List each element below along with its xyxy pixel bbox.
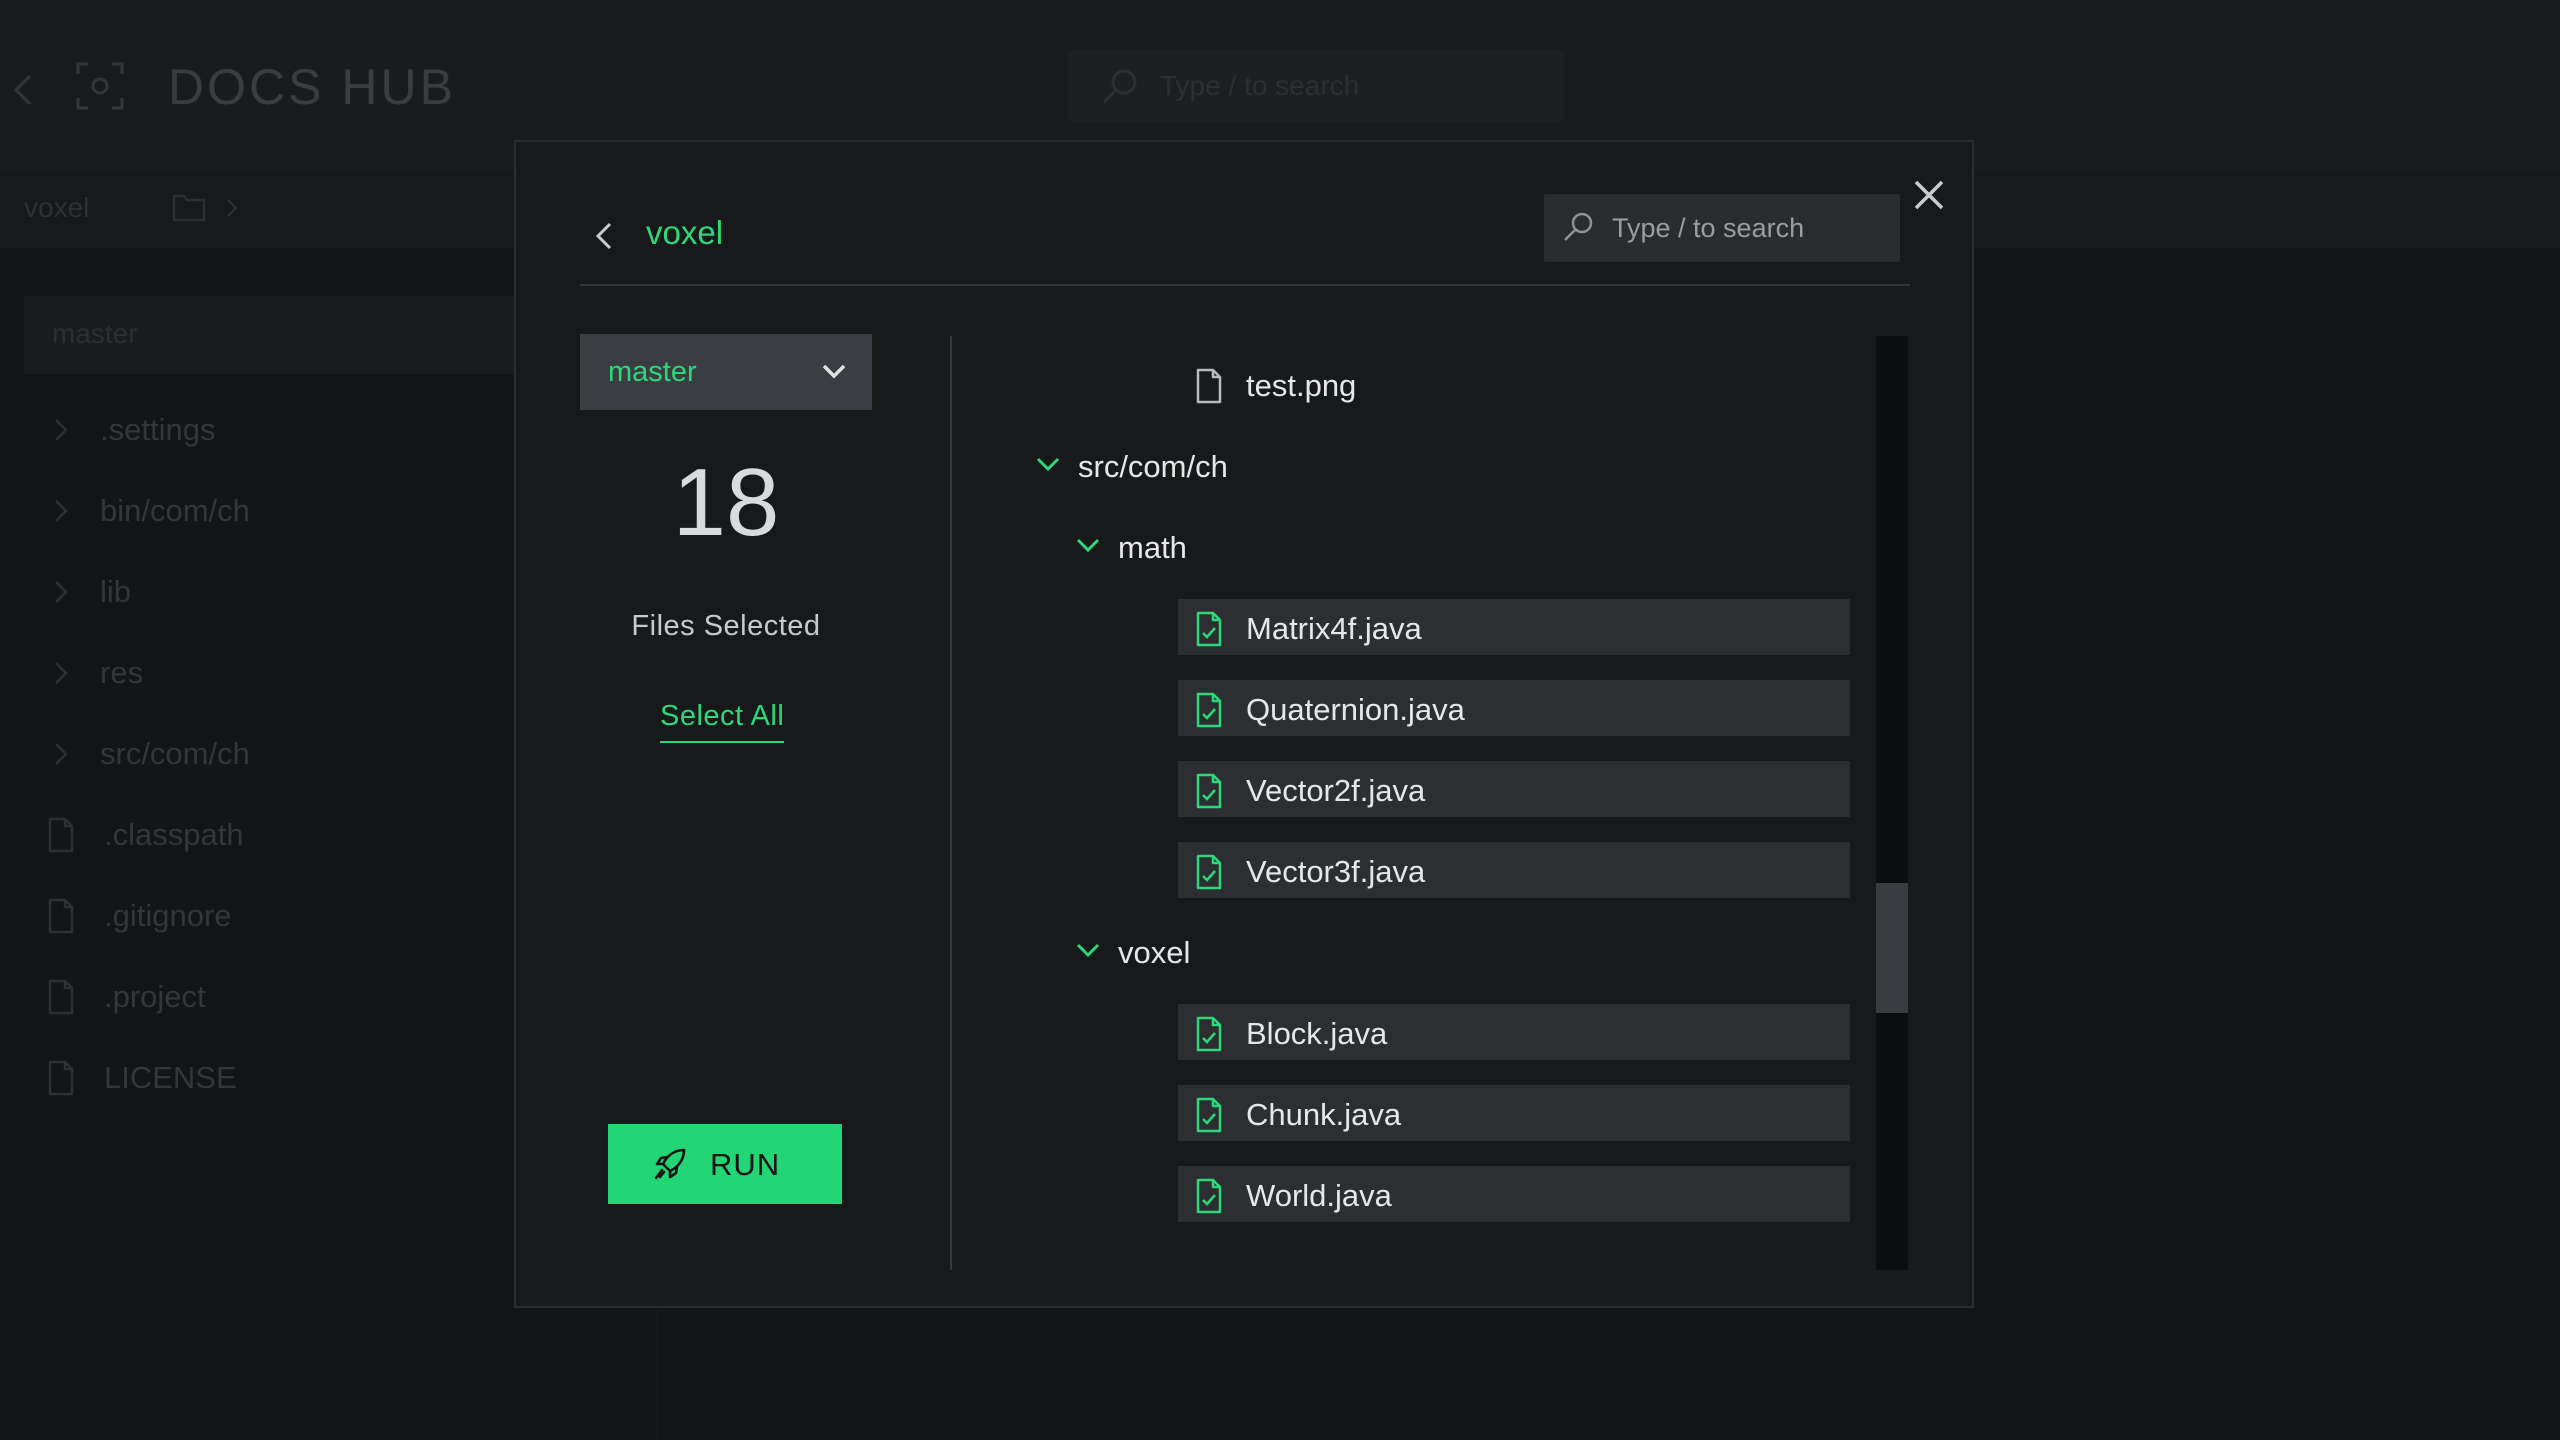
modal-title: voxel — [646, 214, 724, 251]
file-icon — [48, 1060, 74, 1096]
selected-count: 18 — [672, 449, 780, 556]
tree-file-label: Vector3f.java — [1246, 854, 1426, 889]
file-icon — [48, 817, 74, 853]
app-search-placeholder: Type / to search — [1160, 70, 1360, 101]
tree-folder[interactable]: src/com/ch — [1024, 437, 1850, 493]
background-tree-item[interactable]: .classpath — [0, 795, 520, 876]
tree-file[interactable]: Chunk.java — [1024, 1085, 1850, 1141]
chevron-right-icon — [55, 581, 68, 603]
chevron-right-icon — [55, 662, 68, 684]
tree-folder[interactable]: voxel — [1024, 923, 1850, 979]
tree-file[interactable]: Matrix4f.java — [1024, 599, 1850, 655]
background-tree-item-label: .gitignore — [104, 898, 232, 933]
file-check-icon — [1196, 854, 1222, 890]
scrollbar-thumb[interactable] — [1876, 883, 1908, 1013]
tree-file[interactable]: World.java — [1024, 1166, 1850, 1222]
tree-folder-label: voxel — [1118, 935, 1191, 970]
background-tree-item-label: .settings — [100, 412, 216, 447]
search-icon — [1102, 69, 1137, 104]
tree-file-label: Chunk.java — [1246, 1097, 1402, 1132]
background-tree-item-label: .project — [104, 979, 206, 1014]
file-icon — [48, 979, 74, 1015]
background-tree-item-label: res — [100, 655, 144, 690]
scrollbar[interactable] — [1876, 336, 1908, 1270]
file-check-icon — [1196, 773, 1222, 809]
file-check-icon — [1196, 611, 1222, 647]
background-divider — [656, 1310, 658, 1440]
panel-divider — [950, 336, 952, 1270]
chevron-down-icon — [1076, 538, 1100, 553]
app-title: DOCS HUB — [168, 59, 456, 115]
back-icon[interactable] — [8, 70, 38, 110]
tree-folder-label: src/com/ch — [1078, 449, 1228, 484]
modal-header: voxel — [580, 192, 1910, 286]
tree-file[interactable]: Block.java — [1024, 1004, 1850, 1060]
background-branch-label: master — [52, 318, 138, 349]
back-icon[interactable] — [592, 218, 618, 254]
tree-folder[interactable]: math — [1024, 518, 1850, 574]
background-branch-select[interactable]: master — [24, 296, 524, 374]
tree-file-label: Quaternion.java — [1246, 692, 1465, 727]
background-tree-item-label: bin/com/ch — [100, 493, 250, 528]
app-search-input[interactable]: Type / to search — [1068, 50, 1564, 122]
background-tree-item-label: lib — [100, 574, 132, 609]
chevron-right-icon — [55, 500, 68, 522]
tree-file-label: Block.java — [1246, 1016, 1388, 1051]
file-check-icon — [1196, 1016, 1222, 1052]
folder-icon — [172, 194, 206, 222]
background-tree-item-label: .classpath — [104, 817, 244, 852]
chevron-down-icon — [1076, 943, 1100, 958]
tree-file[interactable]: Quaternion.java — [1024, 680, 1850, 736]
tree-file-label: Matrix4f.java — [1246, 611, 1422, 646]
background-tree-item[interactable]: src/com/ch — [0, 714, 520, 795]
chevron-right-icon — [227, 199, 238, 217]
branch-select[interactable]: master — [580, 334, 872, 410]
file-check-icon — [1196, 692, 1222, 728]
tree-file[interactable]: Vector3f.java — [1024, 842, 1850, 898]
tree-file-label: Vector2f.java — [1246, 773, 1426, 808]
tree-file-label: World.java — [1246, 1178, 1392, 1213]
rocket-icon — [654, 1148, 686, 1180]
modal-search[interactable] — [1544, 194, 1900, 262]
run-button[interactable]: RUN — [608, 1124, 842, 1204]
logo-icon — [76, 62, 124, 110]
background-file-tree: .settings bin/com/ch lib res src/com/ch .clas… — [0, 390, 520, 1119]
chevron-right-icon — [55, 419, 68, 441]
chevron-right-icon — [55, 743, 68, 765]
file-icon — [1196, 368, 1222, 404]
tree-folder-label: math — [1118, 530, 1187, 565]
file-icon — [48, 898, 74, 934]
tree-file-label: test.png — [1246, 368, 1357, 403]
file-select-modal: voxel master 18 Files Selected Select Al… — [514, 140, 1974, 1308]
background-tree-item-label: LICENSE — [104, 1060, 237, 1095]
background-tree-item[interactable]: .project — [0, 957, 520, 1038]
background-tree-item[interactable]: bin/com/ch — [0, 471, 520, 552]
select-all-link[interactable]: Select All — [660, 700, 785, 743]
background-tree-item[interactable]: res — [0, 633, 520, 714]
selected-count-label: Files Selected — [631, 610, 821, 642]
run-label: RUN — [710, 1147, 781, 1182]
background-tree-item[interactable]: LICENSE — [0, 1038, 520, 1119]
tree-file[interactable]: test.png — [1024, 356, 1850, 412]
file-tree: test.png src/com/ch math Matrix4f.java Quate… — [1024, 338, 1850, 1270]
search-input[interactable] — [1612, 194, 1892, 262]
chevron-down-icon — [822, 364, 846, 379]
breadcrumb-repo[interactable]: voxel — [24, 192, 89, 224]
background-tree-item[interactable]: .settings — [0, 390, 520, 471]
background-tree-item[interactable]: .gitignore — [0, 876, 520, 957]
branch-label: master — [608, 356, 697, 388]
close-icon[interactable] — [1906, 172, 1952, 218]
background-tree-item[interactable]: lib — [0, 552, 520, 633]
file-check-icon — [1196, 1097, 1222, 1133]
search-icon — [1564, 212, 1593, 241]
background-tree-item-label: src/com/ch — [100, 736, 250, 771]
chevron-down-icon — [1036, 457, 1060, 472]
tree-file[interactable]: Vector2f.java — [1024, 761, 1850, 817]
file-check-icon — [1196, 1178, 1222, 1214]
